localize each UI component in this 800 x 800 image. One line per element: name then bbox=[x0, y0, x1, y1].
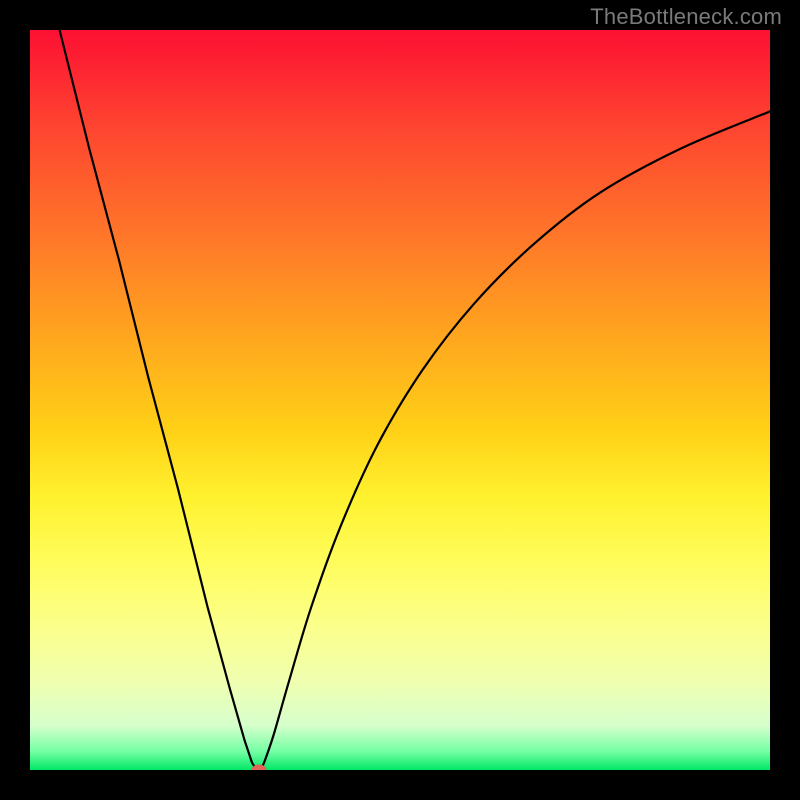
minimum-marker bbox=[252, 765, 267, 771]
bottleneck-curve bbox=[30, 30, 770, 770]
watermark-text: TheBottleneck.com bbox=[590, 4, 782, 30]
plot-area bbox=[30, 30, 770, 770]
chart-frame: TheBottleneck.com bbox=[0, 0, 800, 800]
